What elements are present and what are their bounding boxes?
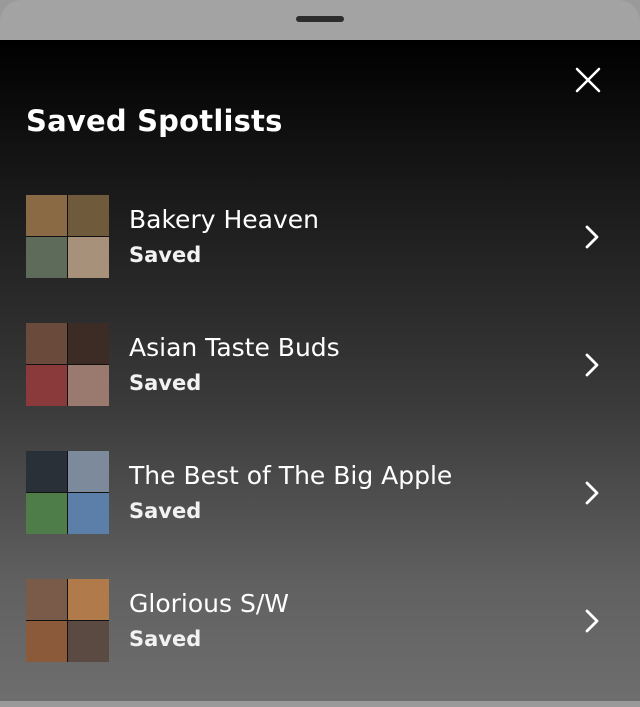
- spotlist-title: Asian Taste Buds: [129, 333, 340, 362]
- thumbnail-tile: [68, 621, 109, 662]
- thumbnail-tile: [26, 237, 67, 278]
- spotlist-thumbnail: [26, 323, 109, 406]
- thumbnail-tile: [68, 579, 109, 620]
- spotlist-item[interactable]: Asian Taste Buds Saved: [0, 323, 640, 407]
- spotlist-list: Bakery Heaven Saved Asian Taste Buds Sav…: [0, 195, 640, 707]
- spotlist-title: Glorious S/W: [129, 589, 289, 618]
- spotlist-status: Saved: [129, 499, 202, 523]
- saved-spotlists-sheet: Saved Spotlists Bakery Heaven Saved Asia…: [0, 40, 640, 701]
- thumbnail-tile: [68, 195, 109, 236]
- thumbnail-tile: [26, 621, 67, 662]
- chevron-right-icon[interactable]: [580, 479, 604, 507]
- thumbnail-tile: [26, 451, 67, 492]
- thumbnail-tile: [26, 195, 67, 236]
- thumbnail-tile: [68, 365, 109, 406]
- spotlist-thumbnail: [26, 579, 109, 662]
- spotlist-title: Bakery Heaven: [129, 205, 319, 234]
- thumbnail-tile: [68, 237, 109, 278]
- sheet-handle-area[interactable]: [0, 0, 640, 40]
- spotlist-item[interactable]: Glorious S/W Saved: [0, 579, 640, 663]
- thumbnail-tile: [68, 451, 109, 492]
- sheet-title: Saved Spotlists: [26, 104, 283, 138]
- chevron-right-icon[interactable]: [580, 607, 604, 635]
- spotlist-item[interactable]: Bakery Heaven Saved: [0, 195, 640, 279]
- spotlist-thumbnail: [26, 195, 109, 278]
- spotlist-status: Saved: [129, 627, 202, 651]
- thumbnail-tile: [26, 493, 67, 534]
- thumbnail-tile: [26, 579, 67, 620]
- thumbnail-tile: [68, 493, 109, 534]
- thumbnail-tile: [68, 323, 109, 364]
- chevron-right-icon[interactable]: [580, 351, 604, 379]
- thumbnail-tile: [26, 323, 67, 364]
- spotlist-thumbnail: [26, 451, 109, 534]
- grab-handle[interactable]: [296, 16, 344, 22]
- thumbnail-tile: [26, 365, 67, 406]
- spotlist-item[interactable]: The Best of The Big Apple Saved: [0, 451, 640, 535]
- spotlist-status: Saved: [129, 243, 202, 267]
- chevron-right-icon[interactable]: [580, 223, 604, 251]
- close-button[interactable]: [570, 62, 606, 98]
- spotlist-title: The Best of The Big Apple: [129, 461, 453, 490]
- close-icon: [575, 67, 601, 93]
- spotlist-status: Saved: [129, 371, 202, 395]
